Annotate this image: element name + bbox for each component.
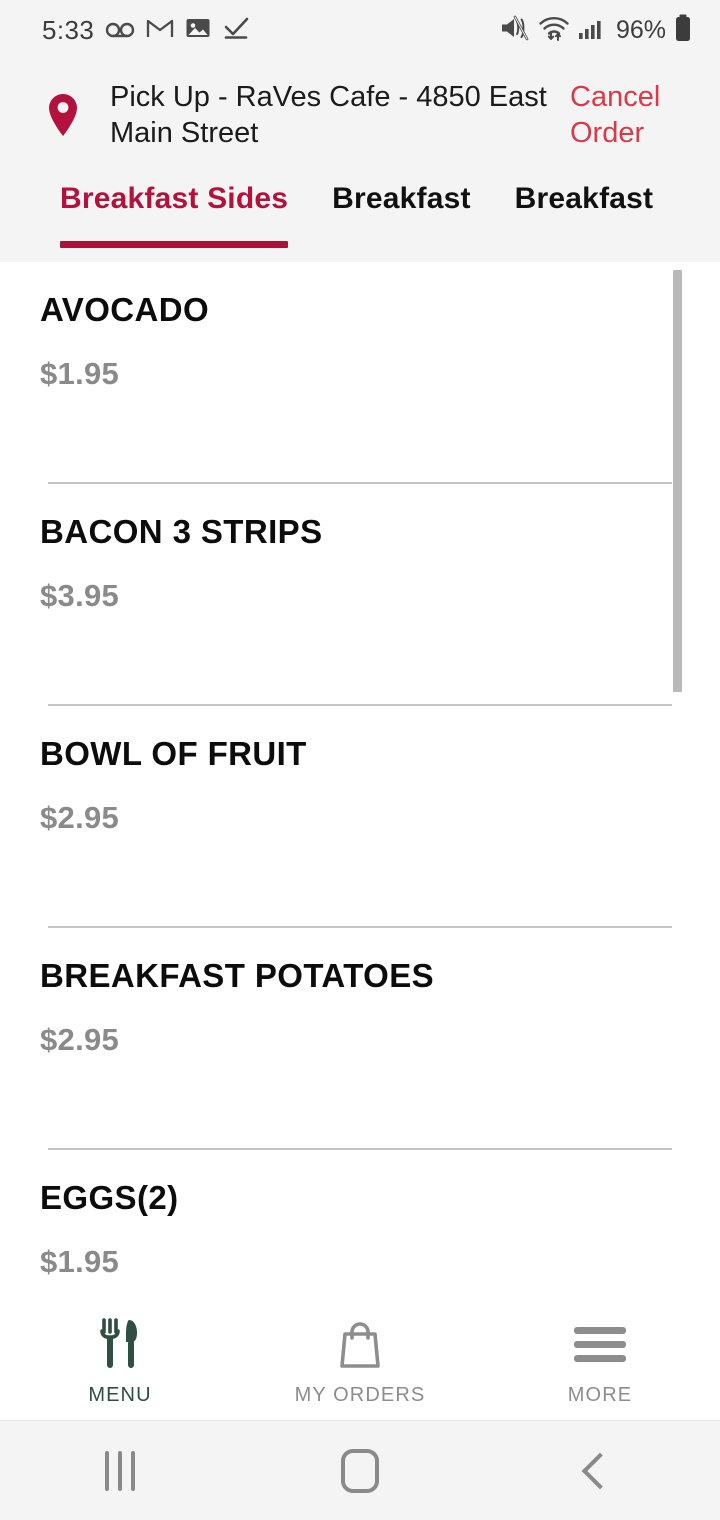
cancel-order-button[interactable]: Cancel Order <box>570 79 708 151</box>
menu-list-item[interactable]: BREAKFAST POTATOES $2.95 <box>0 928 720 1150</box>
bottom-tab-menu[interactable]: MENU <box>0 1318 240 1407</box>
menu-list-item[interactable]: BACON 3 STRIPS $3.95 <box>0 484 720 706</box>
cellular-signal-icon <box>578 16 606 45</box>
menu-item-name: EGGS(2) <box>40 1179 179 1216</box>
back-icon[interactable] <box>480 1452 720 1489</box>
order-location-title: Pick Up - RaVes Cafe - 4850 East Main St… <box>110 81 547 149</box>
tab-breakfast-sides[interactable]: Breakfast Sides <box>60 170 289 262</box>
mute-icon <box>500 15 530 46</box>
tab-label: Breakfast <box>514 182 654 215</box>
order-header: Pick Up - RaVes Cafe - 4850 East Main St… <box>0 60 720 170</box>
menu-item-name: BACON 3 STRIPS <box>40 513 323 550</box>
status-bar-clock: 5:33 <box>42 14 95 45</box>
fork-knife-icon <box>98 1318 142 1370</box>
status-bar: 5:33 96% <box>0 0 720 60</box>
menu-item-price: $1.95 <box>40 356 120 391</box>
home-square <box>341 1448 379 1493</box>
battery-icon <box>674 14 692 47</box>
menu-item-price: $3.95 <box>40 578 120 613</box>
tab-label: Breakfast <box>332 182 471 215</box>
gmail-icon <box>146 16 174 45</box>
location-pin-icon <box>40 91 86 139</box>
phone-screen: 5:33 96% Pick Up - RaVes Cafe - 4850 Eas… <box>0 0 720 1520</box>
hamburger-menu-icon <box>574 1318 626 1370</box>
photo-icon <box>185 16 211 45</box>
voicemail-icon <box>105 17 135 44</box>
bottom-tab-more[interactable]: MORE <box>480 1318 720 1407</box>
bottom-tab-label: MY ORDERS <box>294 1384 426 1406</box>
menu-item-price: $2.95 <box>40 800 120 835</box>
tab-breakfast-2[interactable]: Breakfast <box>332 170 471 262</box>
battery-percent-label: 96% <box>615 15 666 44</box>
tab-label: Breakfast Sides <box>60 182 289 215</box>
recents-icon[interactable] <box>0 1450 240 1491</box>
status-bar-left: 5:33 <box>42 15 250 46</box>
menu-item-name: BREAKFAST POTATOES <box>40 957 435 994</box>
tab-breakfast-3[interactable]: Breakfast <box>515 170 654 262</box>
checkmark-icon <box>222 16 250 45</box>
bottom-tab-label: MORE <box>567 1384 633 1406</box>
menu-item-name: AVOCADO <box>40 291 210 328</box>
bottom-tab-label: MENU <box>88 1384 152 1406</box>
recents-bars <box>105 1450 135 1491</box>
android-system-nav[interactable] <box>0 1420 720 1520</box>
hamburger-line <box>574 1340 626 1348</box>
shopping-bag-icon <box>334 1318 386 1370</box>
category-tab-bar[interactable]: Breakfast Sides Breakfast Breakfast <box>0 170 720 262</box>
hamburger-lines <box>574 1320 626 1369</box>
menu-item-price: $1.95 <box>40 1244 120 1279</box>
hamburger-line <box>574 1326 626 1334</box>
status-bar-right: 96% <box>500 14 692 47</box>
menu-list-item[interactable]: AVOCADO $1.95 <box>0 262 720 484</box>
menu-list-item[interactable]: EGGS(2) $1.95 <box>0 1150 720 1300</box>
wifi-icon <box>538 15 570 46</box>
menu-list-item[interactable]: BOWL OF FRUIT $2.95 <box>0 706 720 928</box>
tab-active-underline <box>60 241 289 248</box>
bottom-tab-bar[interactable]: MENU MY ORDERS MORE <box>0 1300 720 1420</box>
home-icon[interactable] <box>240 1448 480 1493</box>
menu-item-list[interactable]: AVOCADO $1.95 BACON 3 STRIPS $3.95 BOWL … <box>0 262 720 1300</box>
menu-item-price: $2.95 <box>40 1022 120 1057</box>
menu-item-name: BOWL OF FRUIT <box>40 735 307 772</box>
back-chevron <box>581 1452 619 1489</box>
bottom-tab-my-orders[interactable]: MY ORDERS <box>240 1318 480 1407</box>
hamburger-line <box>574 1354 626 1362</box>
